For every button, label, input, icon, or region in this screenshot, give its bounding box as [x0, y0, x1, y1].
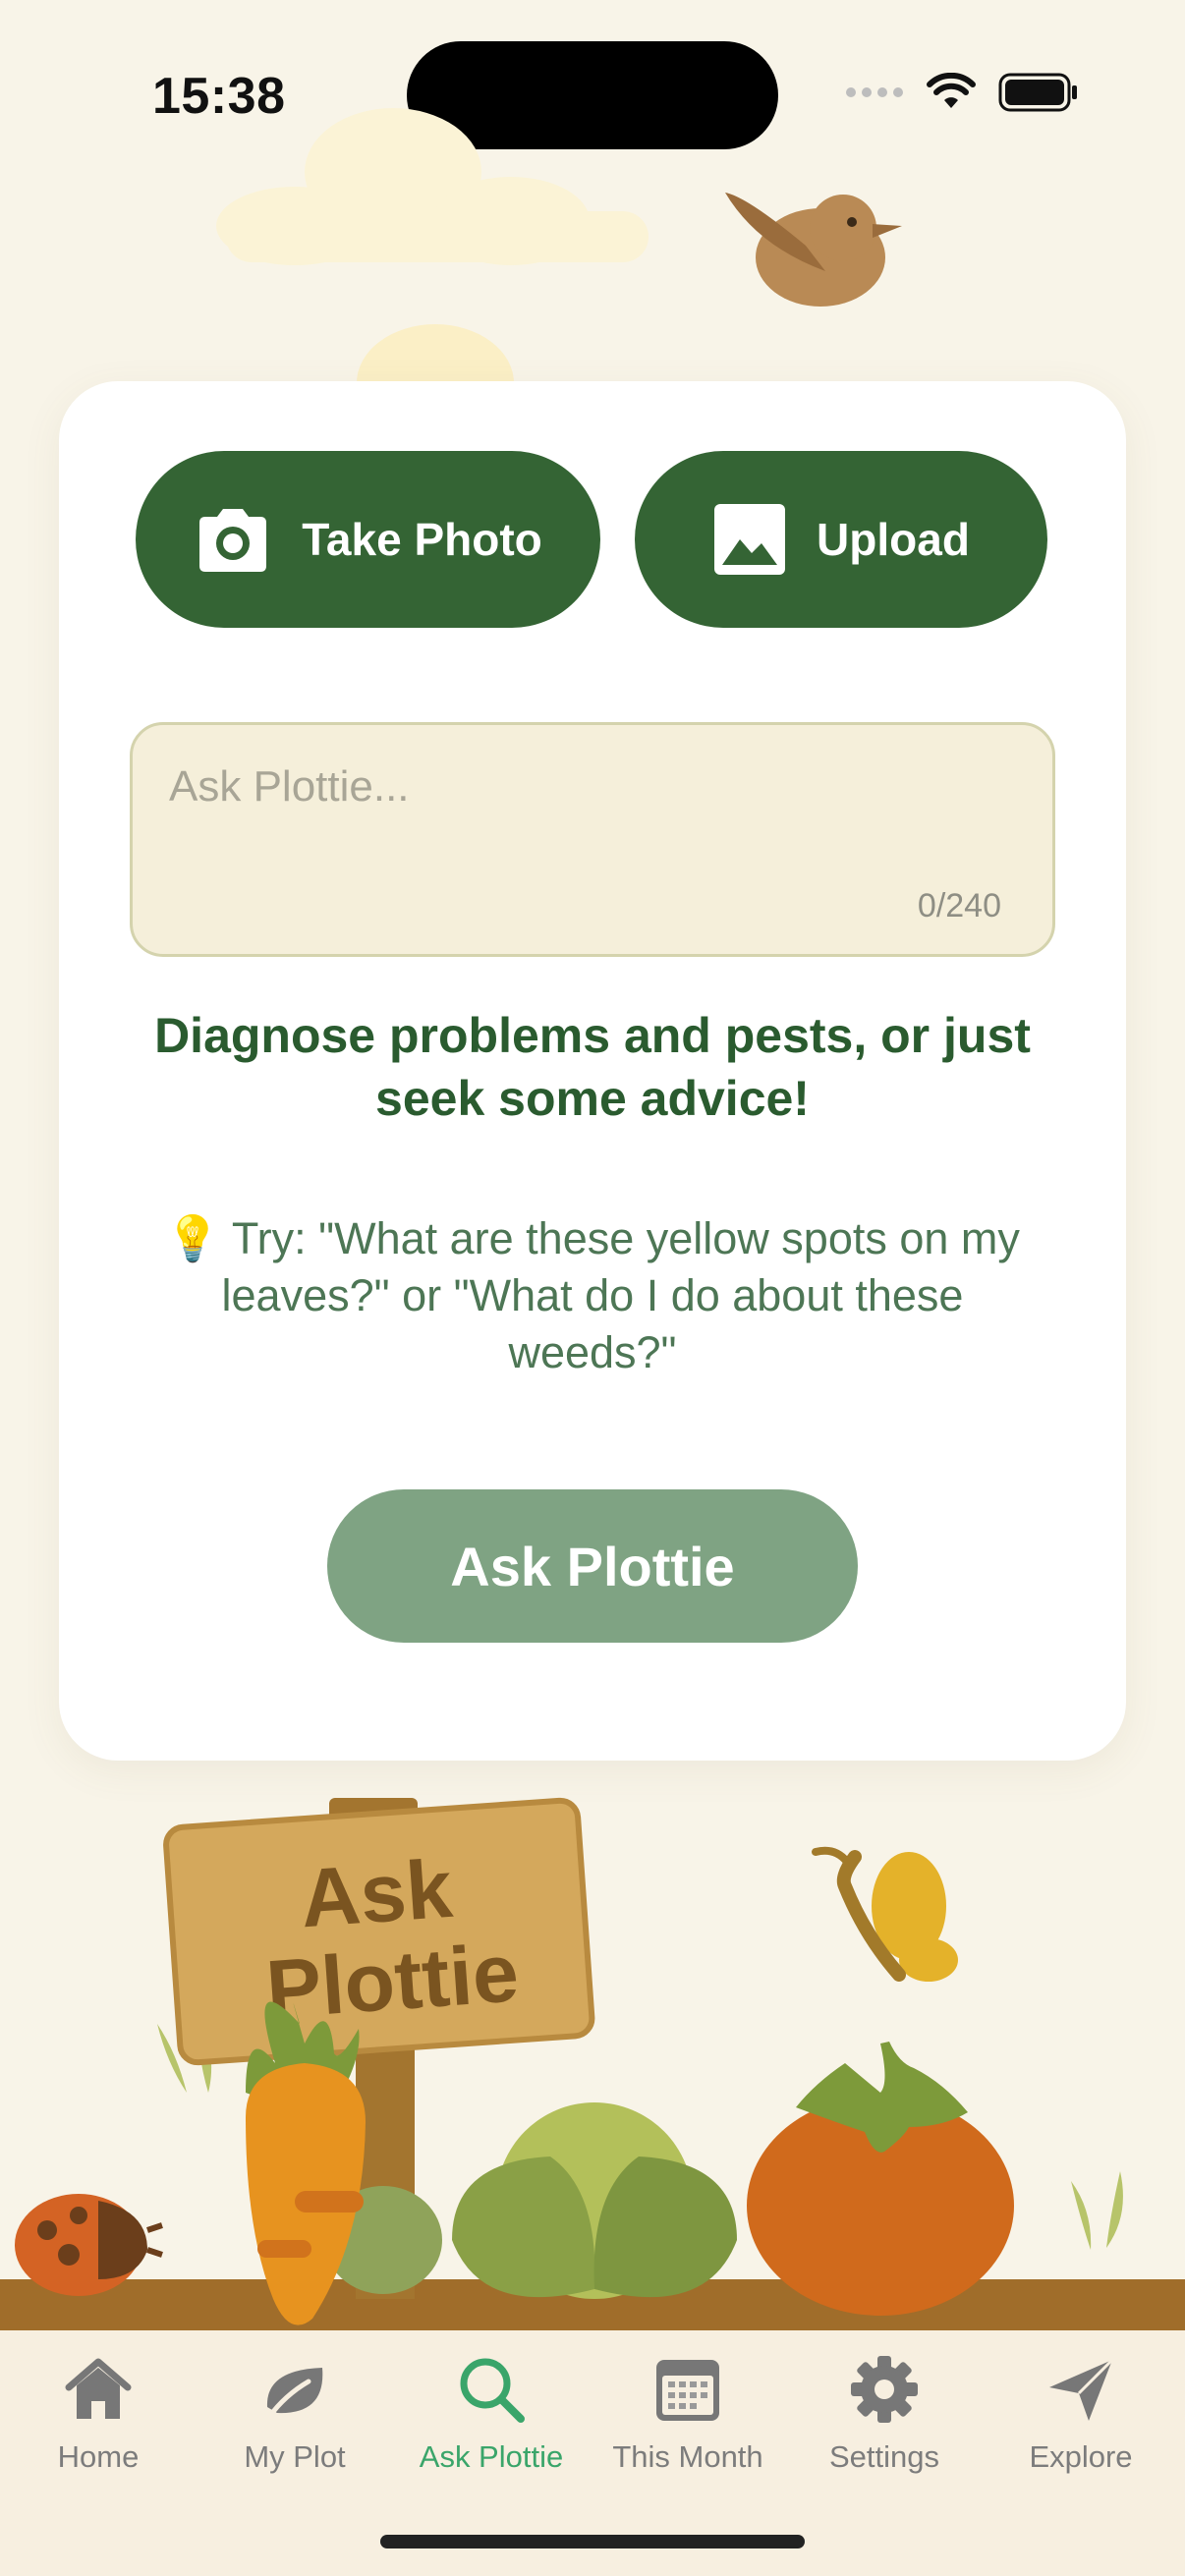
camera-icon [199, 509, 267, 572]
tab-ask-plottie-label: Ask Plottie [419, 2439, 564, 2474]
cabbage-decoration [452, 2102, 737, 2299]
cloud-decoration [216, 108, 649, 265]
home-indicator [380, 2535, 805, 2548]
tab-explore-label: Explore [1029, 2439, 1133, 2474]
upload-button[interactable]: Upload [635, 451, 1047, 628]
garden-illustration: Ask Plottie [0, 1797, 1185, 2338]
sign-text-line2: Plottie [263, 1926, 522, 2036]
bird-decoration [725, 193, 902, 307]
search-icon [460, 2358, 525, 2423]
tab-ask-plottie[interactable]: Ask Plottie [393, 2350, 590, 2475]
upload-label: Upload [817, 514, 970, 565]
tab-explore[interactable]: Explore [983, 2350, 1179, 2475]
ask-input[interactable] [130, 722, 1055, 957]
tip-text: 💡 Try: "What are these yellow spots on m… [165, 1213, 1020, 1377]
take-photo-button[interactable]: Take Photo [136, 451, 600, 628]
tomato-decoration [747, 2042, 1014, 2316]
tab-my-plot[interactable]: My Plot [197, 2350, 393, 2475]
background-decoration [216, 108, 902, 413]
image-icon [714, 504, 786, 575]
house-icon [65, 2358, 132, 2419]
sign-board: Ask Plottie [163, 1797, 595, 2066]
calendar-icon [656, 2360, 719, 2421]
tab-home-label: Home [57, 2439, 140, 2474]
paper-plane-icon [1049, 2358, 1114, 2421]
ask-plottie-button[interactable]: Ask Plottie [327, 1489, 858, 1643]
ask-input-placeholder: Ask Plottie... [169, 762, 410, 811]
tab-my-plot-label: My Plot [244, 2439, 346, 2474]
take-photo-label: Take Photo [302, 514, 542, 565]
character-counter: 0/240 [917, 887, 1001, 924]
tab-settings-label: Settings [828, 2439, 939, 2474]
butterfly-decoration [812, 1846, 958, 1982]
gear-icon [851, 2356, 918, 2423]
tab-this-month[interactable]: This Month [590, 2350, 786, 2475]
leaf-icon [266, 2368, 323, 2420]
tab-settings[interactable]: Settings [786, 2350, 983, 2475]
tab-this-month-label: This Month [612, 2439, 763, 2474]
sign-text-line1: Ask [298, 1842, 456, 1945]
headline-text: Diagnose problems and pests, or just see… [154, 1008, 1031, 1126]
tab-home[interactable]: Home [0, 2350, 197, 2475]
